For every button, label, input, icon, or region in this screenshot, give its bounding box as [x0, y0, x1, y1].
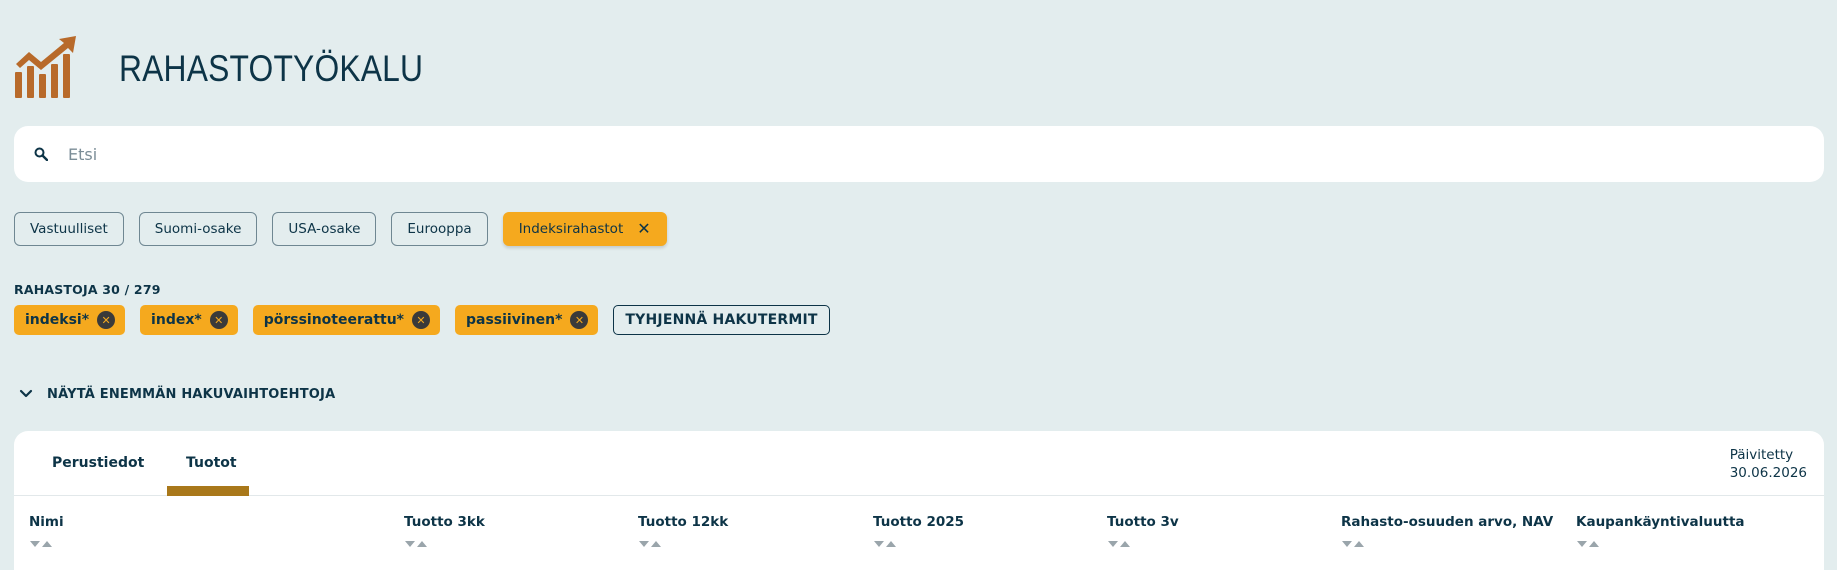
close-icon[interactable]: ✕: [637, 221, 650, 237]
remove-term-icon[interactable]: ✕: [97, 311, 116, 329]
remove-term-icon[interactable]: ✕: [412, 311, 430, 329]
remove-term-icon[interactable]: ✕: [570, 311, 589, 329]
sort-icon[interactable]: [874, 541, 896, 547]
chevron-down-icon: [19, 389, 33, 398]
result-count: RAHASTOJA 30 / 279: [14, 282, 161, 297]
updated-date: 30.06.2026: [1729, 465, 1807, 481]
updated-label: Päivitetty: [1729, 447, 1794, 463]
filter-suomi-osake[interactable]: Suomi-osake: [138, 212, 258, 246]
search-bar[interactable]: [14, 126, 1824, 182]
search-term-chip: passiivinen* ✕: [455, 305, 599, 335]
sort-icon[interactable]: [1108, 541, 1130, 547]
search-icon: [34, 145, 52, 163]
filter-vastuulliset[interactable]: Vastuulliset: [14, 212, 124, 246]
filter-eurooppa[interactable]: Eurooppa: [391, 212, 488, 246]
filter-usa-osake[interactable]: USA-osake: [272, 212, 377, 246]
quick-filters: Vastuulliset Suomi-osake USA-osake Euroo…: [14, 212, 667, 246]
search-term-chip: indeksi* ✕: [14, 305, 126, 335]
page-header: RAHASTOTYÖKALU: [14, 36, 473, 98]
funds-table-panel: Perustiedot Tuotot Päivitetty 30.06.2026…: [14, 431, 1824, 570]
updated-info: Päivitetty 30.06.2026: [1730, 446, 1807, 482]
table-tabs: Perustiedot Tuotot Päivitetty 30.06.2026: [14, 431, 1824, 496]
column-header-nimi[interactable]: Nimi: [29, 514, 64, 530]
column-header-tuotto-2025[interactable]: Tuotto 2025: [873, 514, 964, 530]
growth-chart-icon: [15, 36, 76, 98]
search-input[interactable]: [68, 144, 1768, 164]
column-header-tuotto-3kk[interactable]: Tuotto 3kk: [404, 514, 485, 530]
sort-icon[interactable]: [405, 541, 427, 547]
search-term-chip: index* ✕: [140, 305, 238, 335]
tab-tuotot[interactable]: Tuotot: [186, 455, 237, 471]
remove-term-icon[interactable]: ✕: [209, 311, 228, 329]
page-title: RAHASTOTYÖKALU: [119, 48, 424, 89]
search-term-chip: pörssinoteerattu* ✕: [252, 305, 440, 335]
active-tab-indicator: [167, 486, 249, 496]
more-search-options-toggle[interactable]: NÄYTÄ ENEMMÄN HAKUVAIHTOEHTOJA: [18, 386, 335, 402]
sort-icon[interactable]: [639, 541, 661, 547]
sort-icon[interactable]: [1342, 541, 1364, 547]
column-header-nav[interactable]: Rahasto-osuuden arvo, NAV: [1341, 514, 1553, 530]
search-terms: indeksi* ✕ index* ✕ pörssinoteerattu* ✕ …: [14, 305, 830, 335]
clear-search-terms-button[interactable]: TYHJENNÄ HAKUTERMIT: [613, 305, 830, 335]
sort-icon[interactable]: [1577, 541, 1599, 547]
column-header-kaupankayntivaluutta[interactable]: Kaupankäyntivaluutta: [1576, 514, 1745, 530]
filter-indeksirahastot[interactable]: Indeksirahastot ✕: [502, 212, 667, 246]
tab-perustiedot[interactable]: Perustiedot: [52, 455, 144, 471]
column-header-tuotto-12kk[interactable]: Tuotto 12kk: [638, 514, 728, 530]
sort-icon[interactable]: [30, 541, 52, 547]
column-header-tuotto-3v[interactable]: Tuotto 3v: [1107, 514, 1179, 530]
